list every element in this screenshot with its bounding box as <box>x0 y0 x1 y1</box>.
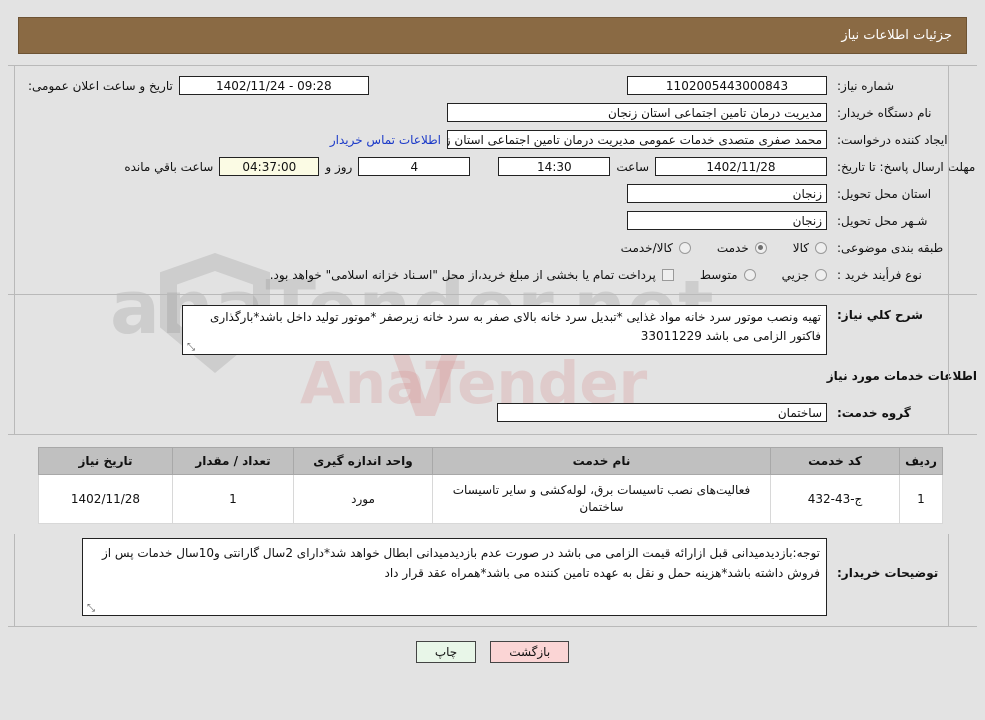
announce-datetime-label: تاریخ و ساعت اعلان عمومی: <box>28 78 173 93</box>
back-button[interactable]: بازگشت <box>490 641 570 663</box>
row-category: طبقه بندی موضوعی: کالا خدمت کالا/خدمت <box>8 234 977 261</box>
need-info-panel: شماره نیاز: 1102005443000843 09:28 - 140… <box>8 65 977 295</box>
process-label: نوع فرأیند خرید : <box>837 267 922 282</box>
city-field[interactable]: زنجان <box>627 211 827 230</box>
col-header-name: نام خدمت <box>432 447 771 475</box>
buyer-org-label: نام دستگاه خریدار: <box>837 105 932 120</box>
page-header: جزئیات اطلاعات نیاز <box>18 17 967 54</box>
action-buttons: بازگشت چاپ <box>0 641 985 663</box>
category-option-label: کالا <box>792 240 809 255</box>
description-text: تهیه ونصب موتور سرد خانه مواد غذایی *تبد… <box>210 310 821 343</box>
buyer-notes-label: توضیحات خریدار: <box>837 566 939 580</box>
col-header-qty: تعداد / مقدار <box>172 447 294 475</box>
radio-selected-icon[interactable] <box>754 241 767 254</box>
category-option-kala-khedmat[interactable]: کالا/خدمت <box>621 241 691 255</box>
print-button[interactable]: چاپ <box>415 641 477 663</box>
buyer-notes-section: توضیحات خریدار: توجه:بازدیدمیدانی قبل از… <box>8 534 977 627</box>
process-option-motavaset[interactable]: متوسط <box>700 268 756 282</box>
row-service-group: گروه خدمت: ساختمان <box>8 403 977 422</box>
cell-date: 1402/11/28 <box>38 474 173 524</box>
process-option-label: متوسط <box>699 267 738 282</box>
page-title: جزئیات اطلاعات نیاز <box>841 28 952 43</box>
category-option-khedmat[interactable]: خدمت <box>717 241 767 255</box>
deadline-date-field[interactable]: 1402/11/28 <box>655 157 827 176</box>
province-field[interactable]: زنجان <box>627 184 827 203</box>
cell-unit: مورد <box>293 474 433 524</box>
col-header-date: تاریخ نیاز <box>38 447 173 475</box>
row-city: شـهر محل تحویل: زنجان <box>8 207 977 234</box>
description-section: شرح کلي نیاز: تهیه ونصب موتور سرد خانه م… <box>8 295 977 435</box>
service-group-field[interactable]: ساختمان <box>497 403 827 422</box>
radio-icon[interactable] <box>678 241 691 254</box>
remaining-time-field[interactable]: 04:37:00 <box>219 157 320 176</box>
category-label: طبقه بندی موضوعی: <box>837 240 944 255</box>
row-buyer-org: نام دستگاه خریدار: مدیریت درمان تامین اج… <box>8 99 977 126</box>
radio-icon[interactable] <box>743 268 756 281</box>
resize-handle-icon[interactable] <box>85 604 95 614</box>
row-description: شرح کلي نیاز: تهیه ونصب موتور سرد خانه م… <box>8 305 977 355</box>
announce-datetime-field[interactable]: 09:28 - 1402/11/24 <box>178 76 369 95</box>
services-table: ردیف کد خدمت نام خدمت واحد اندازه گیری ت… <box>38 447 943 524</box>
services-section-heading: اطلاعات خدمات مورد نیاز <box>826 369 977 383</box>
category-option-label: کالا/خدمت <box>620 240 673 255</box>
creator-field[interactable]: محمد صفری متصدی خدمات عمومی مدیریت درمان… <box>447 130 827 149</box>
hour-label: ساعت <box>616 159 649 174</box>
table-row: 1 ج-43-432 فعالیت‌های نصب تاسیسات برق، ل… <box>38 474 943 524</box>
service-group-label: گروه خدمت: <box>837 405 911 420</box>
treasury-checkbox-label: پرداخت تمام یا بخشی از مبلغ خرید،از محل … <box>269 267 656 282</box>
services-table-wrap: ردیف کد خدمت نام خدمت واحد اندازه گیری ت… <box>38 447 943 524</box>
need-number-field[interactable]: 1102005443000843 <box>627 76 827 95</box>
radio-icon[interactable] <box>815 268 827 281</box>
row-process-type: نوع فرأیند خرید : جزیي متوسط پرداخت تمام… <box>8 261 977 288</box>
row-creator: ایجاد کننده درخواست: محمد صفری متصدی خدم… <box>8 126 977 153</box>
radio-icon[interactable] <box>815 241 827 254</box>
row-need-number: شماره نیاز: 1102005443000843 09:28 - 140… <box>8 72 977 99</box>
buyer-notes-textarea[interactable]: توجه:بازدیدمیدانی قبل ازارائه قیمت الزام… <box>82 538 827 616</box>
need-number-label: شماره نیاز: <box>837 78 894 93</box>
category-option-label: خدمت <box>716 240 749 255</box>
buyer-org-field[interactable]: مدیریت درمان تامین اجتماعی استان زنجان <box>447 103 827 122</box>
buyer-notes-text: توجه:بازدیدمیدانی قبل ازارائه قیمت الزام… <box>101 546 820 580</box>
city-label: شـهر محل تحویل: <box>837 213 928 228</box>
province-label: استان محل تحویل: <box>837 186 932 201</box>
resize-handle-icon[interactable] <box>185 343 195 353</box>
category-radio-group: کالا خدمت کالا/خدمت <box>595 241 827 255</box>
cell-code: ج-43-432 <box>770 474 900 524</box>
buyer-contact-link[interactable]: اطلاعات تماس خریدار <box>324 133 447 147</box>
row-province: استان محل تحویل: زنجان <box>8 180 977 207</box>
process-radio-group: جزیي متوسط پرداخت تمام یا بخشی از مبلغ خ… <box>244 268 827 282</box>
checkbox-icon[interactable] <box>661 268 674 281</box>
cell-qty: 1 <box>172 474 294 524</box>
deadline-time-field[interactable]: 14:30 <box>498 157 611 176</box>
table-header-row: ردیف کد خدمت نام خدمت واحد اندازه گیری ت… <box>38 447 943 475</box>
row-deadline: مهلت ارسال پاسخ: تا تاریخ: 1402/11/28 سا… <box>8 153 977 180</box>
row-buyer-notes: توضیحات خریدار: توجه:بازدیدمیدانی قبل از… <box>8 538 977 616</box>
process-option-label: جزیي <box>781 267 809 282</box>
creator-label: ایجاد کننده درخواست: <box>837 132 948 147</box>
description-textarea[interactable]: تهیه ونصب موتور سرد خانه مواد غذایی *تبد… <box>182 305 827 355</box>
remaining-suffix-label: ساعت باقي مانده <box>124 159 214 174</box>
deadline-label: مهلت ارسال پاسخ: تا تاریخ: <box>837 159 976 174</box>
page-root: جزئیات اطلاعات نیاز شماره نیاز: 11020054… <box>0 17 985 663</box>
description-label: شرح کلي نیاز: <box>837 308 923 322</box>
days-and-label: روز و <box>325 159 353 174</box>
cell-radif: 1 <box>899 474 943 524</box>
col-header-radif: ردیف <box>899 447 943 475</box>
col-header-code: کد خدمت <box>770 447 900 475</box>
remaining-days-field[interactable]: 4 <box>358 157 471 176</box>
category-option-kala[interactable]: کالا <box>793 241 827 255</box>
treasury-checkbox-item[interactable]: پرداخت تمام یا بخشی از مبلغ خرید،از محل … <box>270 268 674 282</box>
col-header-unit: واحد اندازه گیری <box>293 447 433 475</box>
process-option-jozi[interactable]: جزیي <box>782 268 827 282</box>
cell-name: فعالیت‌های نصب تاسیسات برق، لوله‌کشی و س… <box>432 474 771 524</box>
